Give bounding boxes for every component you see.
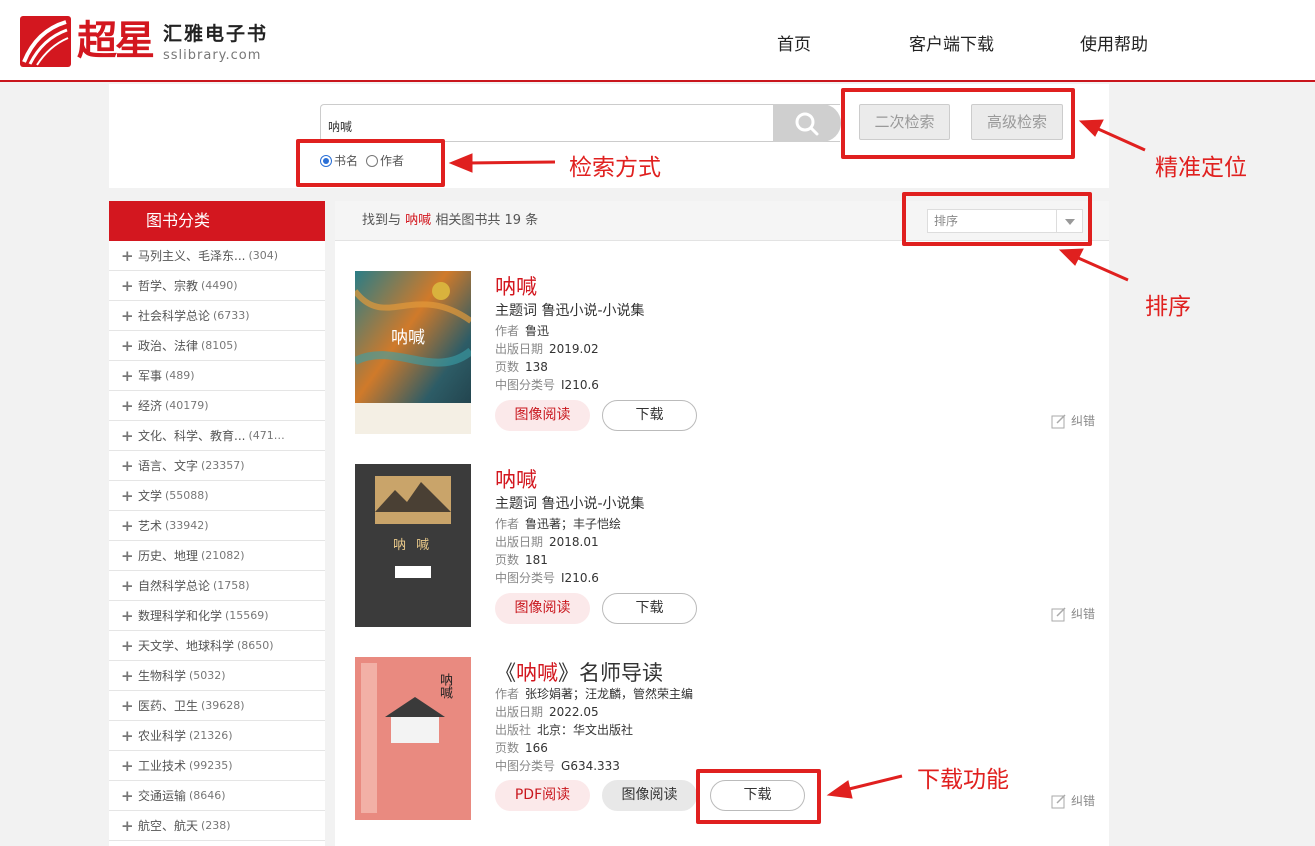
annotation-arrows	[448, 119, 1146, 799]
annotation-download: 下载功能	[917, 767, 1009, 793]
annotation-search-mode: 检索方式	[569, 155, 661, 181]
annotation-precise: 精准定位	[1155, 155, 1247, 181]
annotation-sort: 排序	[1145, 294, 1191, 320]
